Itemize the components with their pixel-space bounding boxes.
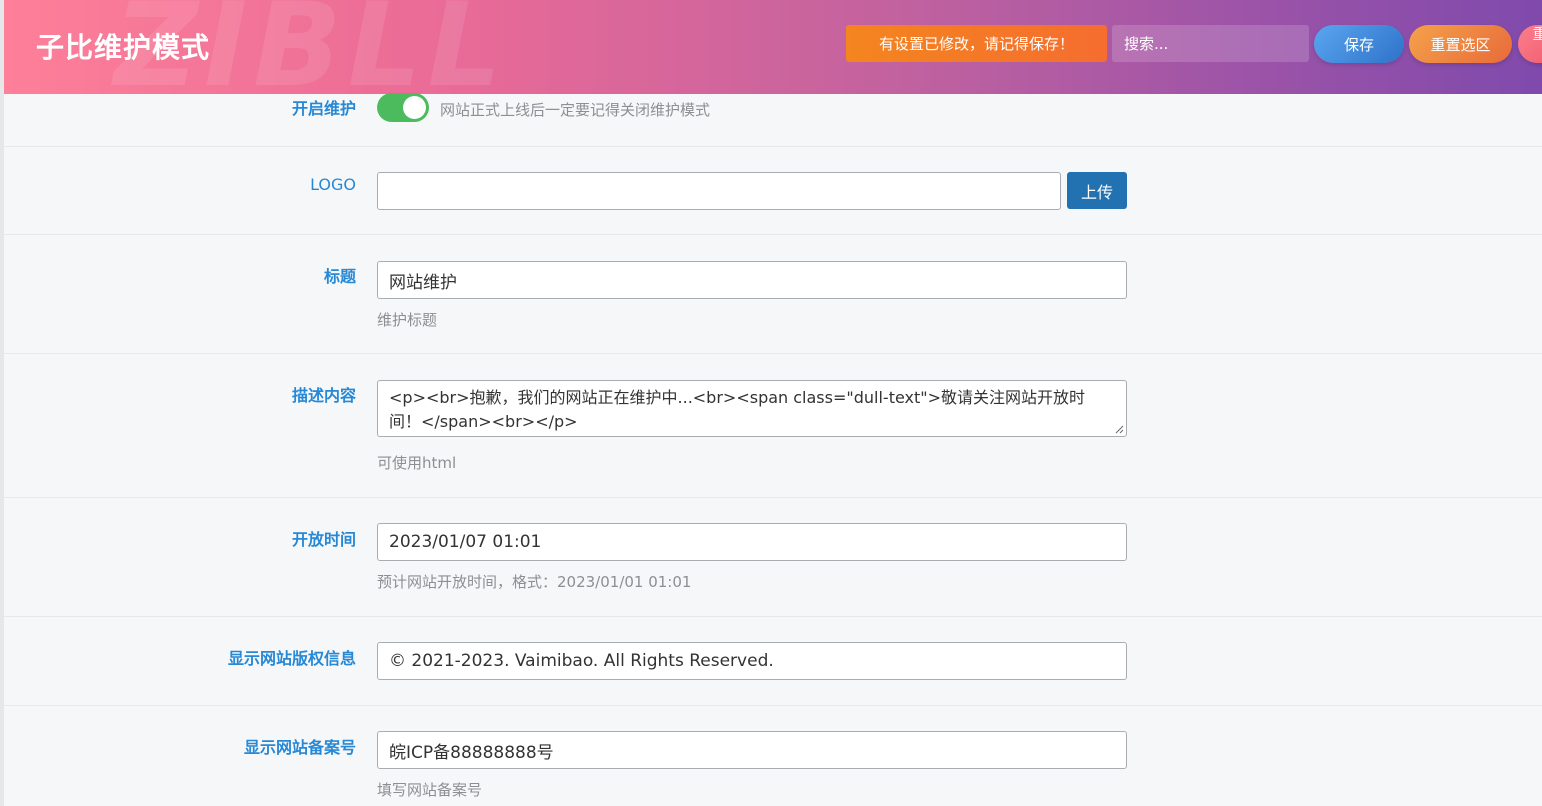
icp-label: 显示网站备案号 xyxy=(243,738,356,757)
title-label: 标题 xyxy=(323,267,356,286)
icp-help: 填写网站备案号 xyxy=(377,781,483,799)
options-header: ZIBLL 子比维护模式 有设置已修改，请记得保存！ 保存 重置选区 重置全部 xyxy=(4,0,1542,94)
icp-input[interactable]: 皖ICP备88888888号 xyxy=(377,731,1127,769)
description-help: 可使用html xyxy=(377,454,457,472)
toggle-knob xyxy=(403,96,426,119)
unsaved-changes-notice: 有设置已修改，请记得保存！ xyxy=(846,25,1107,62)
upload-button[interactable]: 上传 xyxy=(1067,172,1127,209)
maintenance-label: 开启维护 xyxy=(291,99,356,118)
reset-all-button[interactable]: 重置全部 xyxy=(1518,25,1542,63)
description-textarea[interactable]: <p><br>抱歉，我们的网站正在维护中...<br><span class="… xyxy=(377,380,1127,437)
open-time-label: 开放时间 xyxy=(291,530,356,549)
reset-section-button[interactable]: 重置选区 xyxy=(1409,25,1512,63)
search-input[interactable] xyxy=(1112,25,1309,62)
logo-url-input[interactable] xyxy=(377,172,1061,210)
logo-label: LOGO xyxy=(310,175,356,194)
title-help: 维护标题 xyxy=(377,311,438,329)
save-button[interactable]: 保存 xyxy=(1314,25,1404,63)
page-title: 子比维护模式 xyxy=(36,31,211,64)
description-text: <p><br>抱歉，我们的网站正在维护中...<br><span class="… xyxy=(389,388,1086,431)
description-label: 描述内容 xyxy=(291,386,356,405)
copyright-input[interactable]: © 2021-2023. Vaimibao. All Rights Reserv… xyxy=(377,642,1127,680)
maintenance-toggle[interactable] xyxy=(377,93,429,122)
open-time-input[interactable]: 2023/01/07 01:01 xyxy=(377,523,1127,561)
open-time-help: 预计网站开放时间，格式：2023/01/01 01:01 xyxy=(377,573,692,591)
settings-page: ZIBLL 子比维护模式 有设置已修改，请记得保存！ 保存 重置选区 重置全部 … xyxy=(0,0,1542,806)
copyright-label: 显示网站版权信息 xyxy=(227,649,356,668)
field-row-maintenance xyxy=(4,94,1542,147)
maintenance-help: 网站正式上线后一定要记得关闭维护模式 xyxy=(440,101,711,119)
resize-handle-icon[interactable] xyxy=(1114,424,1124,434)
title-input[interactable]: 网站维护 xyxy=(377,261,1127,299)
